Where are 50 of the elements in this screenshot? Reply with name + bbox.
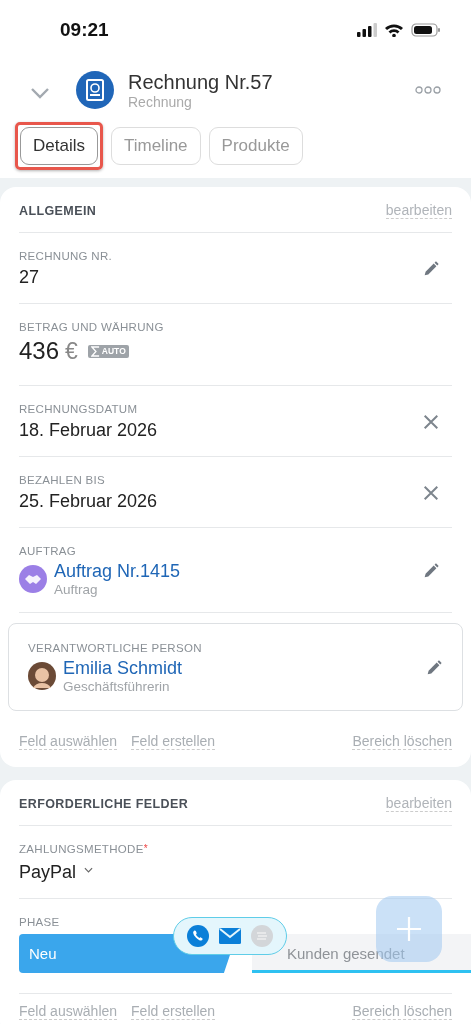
- payment-select[interactable]: PayPal: [19, 857, 94, 883]
- action-link[interactable]: Feld auswählen: [19, 1003, 118, 1020]
- field-label: ZAHLUNGSMETHODE: [19, 843, 144, 855]
- section-title: ERFORDERLICHE FELDER: [19, 796, 189, 811]
- caret-icon: [84, 867, 94, 873]
- invoice-icon: [76, 71, 114, 109]
- person-role: Geschäftsführerin: [63, 679, 171, 694]
- sum-icon: [90, 345, 100, 357]
- action-link[interactable]: Feld erstellen: [131, 1003, 216, 1020]
- person-link[interactable]: Emilia Schmidt: [63, 658, 183, 679]
- date-value: 18. Februar 2026: [19, 420, 159, 441]
- phone-icon[interactable]: [187, 925, 209, 947]
- tab[interactable]: Timeline: [110, 127, 201, 165]
- person-avatar-icon: [28, 662, 56, 690]
- field-label: PHASE: [19, 916, 61, 928]
- plus-icon: [394, 914, 424, 944]
- edit-link[interactable]: bearbeiten: [385, 202, 452, 219]
- field-label: VERANTWORTLICHE PERSON: [28, 642, 203, 654]
- collapse-chevron-icon[interactable]: [30, 87, 50, 99]
- required-marker: *: [143, 843, 148, 855]
- edit-icon[interactable]: [425, 659, 443, 677]
- action-link[interactable]: Feld erstellen: [131, 733, 216, 750]
- amount-value: 436: [19, 337, 60, 365]
- signal-icon: [357, 23, 377, 37]
- action-link[interactable]: Bereich löschen: [352, 1003, 452, 1020]
- record-type: Rechnung: [128, 94, 193, 110]
- edit-link[interactable]: bearbeiten: [385, 795, 452, 812]
- field-label: RECHNUNGSDATUM: [19, 403, 139, 415]
- order-link[interactable]: Auftrag Nr.1415: [54, 561, 181, 582]
- more-icon[interactable]: [415, 86, 441, 94]
- action-link[interactable]: Bereich löschen: [352, 733, 452, 750]
- record-title: Rechnung Nr.57: [128, 70, 274, 94]
- stage-tab[interactable]: Kunden gesendet: [252, 934, 471, 973]
- mail-icon[interactable]: [219, 928, 241, 944]
- field-label: RECHNUNG NR.: [19, 250, 114, 262]
- order-type: Auftrag: [54, 582, 99, 597]
- currency-symbol: €: [65, 337, 78, 365]
- action-link[interactable]: Feld auswählen: [19, 733, 118, 750]
- field-label: AUFTRAG: [19, 545, 78, 557]
- status-time: 09:21: [60, 19, 109, 41]
- section-title: ALLGEMEIN: [19, 203, 97, 218]
- field-value: 27: [19, 267, 41, 288]
- tab[interactable]: Produkte: [208, 127, 303, 165]
- date-value: 25. Februar 2026: [19, 491, 159, 512]
- badge-text: AUTO: [101, 346, 126, 356]
- tab[interactable]: Details: [20, 127, 98, 165]
- battery-icon: [411, 23, 441, 37]
- field-label: BETRAG UND WÄHRUNG: [19, 321, 165, 333]
- wifi-icon: [384, 23, 404, 37]
- field-label: BEZAHLEN BIS: [19, 474, 107, 486]
